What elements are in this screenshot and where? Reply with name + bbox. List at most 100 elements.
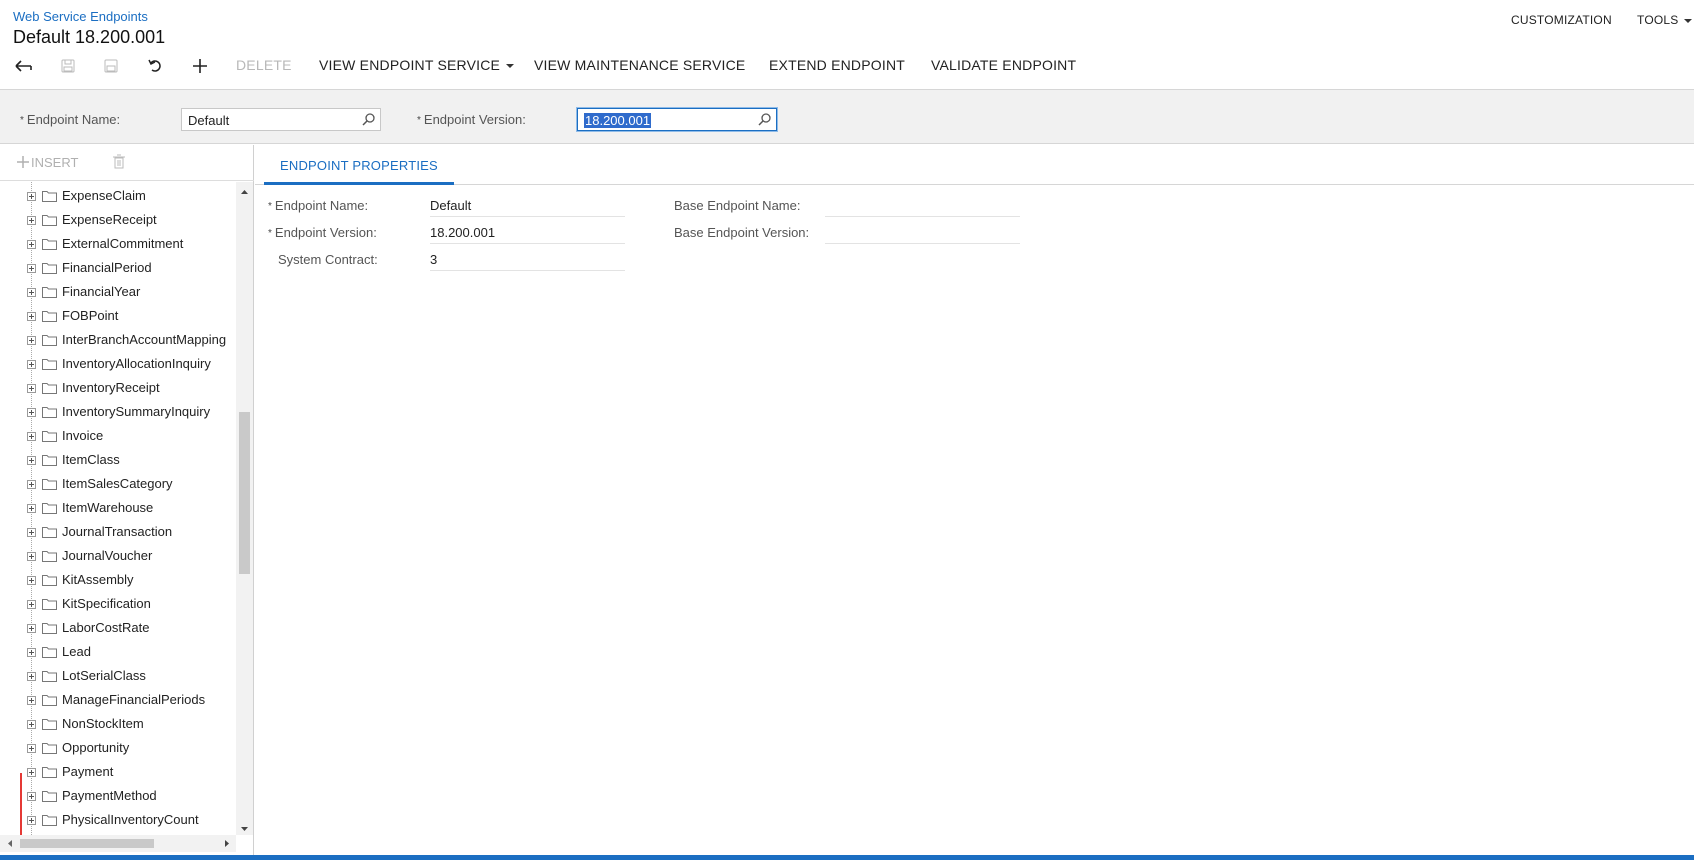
tree-item-label: InventoryAllocationInquiry xyxy=(62,356,211,371)
tree-item[interactable]: Payment xyxy=(0,760,236,784)
tree-item[interactable]: InventoryReceipt xyxy=(0,376,236,400)
breadcrumb[interactable]: Web Service Endpoints xyxy=(13,9,148,24)
expand-icon[interactable] xyxy=(27,192,36,201)
expand-icon[interactable] xyxy=(27,288,36,297)
folder-icon xyxy=(42,429,57,447)
expand-icon[interactable] xyxy=(27,672,36,681)
tree-item[interactable]: JournalVoucher xyxy=(0,544,236,568)
expand-icon[interactable] xyxy=(27,504,36,513)
folder-icon xyxy=(42,597,57,615)
expand-icon[interactable] xyxy=(27,552,36,561)
delete-button[interactable]: DELETE xyxy=(236,57,292,73)
expand-icon[interactable] xyxy=(27,528,36,537)
prop-base-endpoint-name-label: Base Endpoint Name: xyxy=(674,198,801,213)
view-endpoint-service-button[interactable]: VIEW ENDPOINT SERVICE xyxy=(319,57,515,73)
add-button[interactable] xyxy=(188,54,212,78)
tab-endpoint-properties[interactable]: ENDPOINT PROPERTIES xyxy=(264,145,454,185)
tree-scroll-thumb[interactable] xyxy=(239,412,250,574)
entity-tree: ExpenseClaim ExpenseReceipt ExternalCommit… xyxy=(0,182,236,835)
expand-icon[interactable] xyxy=(27,576,36,585)
save-close-button[interactable] xyxy=(56,54,80,78)
tree-item-label: InventorySummaryInquiry xyxy=(62,404,211,419)
tree-item[interactable]: FOBPoint xyxy=(0,304,236,328)
expand-icon[interactable] xyxy=(27,768,36,777)
expand-icon[interactable] xyxy=(27,600,36,609)
tree-item-label: InterBranchAccountMapping xyxy=(62,332,227,347)
tree-item[interactable]: KitAssembly xyxy=(0,568,236,592)
expand-icon[interactable] xyxy=(27,456,36,465)
endpoint-name-field[interactable]: Default xyxy=(181,108,381,131)
scroll-down-icon[interactable] xyxy=(236,823,253,835)
expand-icon[interactable] xyxy=(27,624,36,633)
scroll-right-icon[interactable] xyxy=(221,835,233,852)
tree-item[interactable]: ItemSalesCategory xyxy=(0,472,236,496)
tree-item[interactable]: LotSerialClass xyxy=(0,664,236,688)
scroll-up-icon[interactable] xyxy=(236,186,253,198)
expand-icon[interactable] xyxy=(27,360,36,369)
tree-item[interactable]: InventorySummaryInquiry xyxy=(0,400,236,424)
bottom-accent-bar xyxy=(0,855,1694,860)
expand-icon[interactable] xyxy=(27,408,36,417)
tree-hscroll-thumb[interactable] xyxy=(20,839,154,848)
expand-icon[interactable] xyxy=(27,336,36,345)
tree-item[interactable]: KitSpecification xyxy=(0,592,236,616)
expand-icon[interactable] xyxy=(27,720,36,729)
tree-item[interactable]: InventoryAllocationInquiry xyxy=(0,352,236,376)
validate-endpoint-button[interactable]: VALIDATE ENDPOINT xyxy=(931,57,1076,73)
tree-item[interactable]: ExpenseReceipt xyxy=(0,208,236,232)
delete-node-button[interactable] xyxy=(113,154,125,174)
tree-item[interactable]: ManageFinancialPeriods xyxy=(0,688,236,712)
tree-item[interactable]: PhysicalInventoryCount xyxy=(0,808,236,832)
customization-menu[interactable]: CUSTOMIZATION xyxy=(1511,13,1612,27)
expand-icon[interactable] xyxy=(27,696,36,705)
expand-icon[interactable] xyxy=(27,264,36,273)
scroll-left-icon[interactable] xyxy=(4,835,16,852)
expand-icon[interactable] xyxy=(27,240,36,249)
page-title: Default 18.200.001 xyxy=(13,27,166,47)
tree-item[interactable]: ExpenseClaim xyxy=(0,184,236,208)
search-icon[interactable] xyxy=(758,113,771,126)
expand-icon[interactable] xyxy=(27,792,36,801)
expand-icon[interactable] xyxy=(27,432,36,441)
expand-icon[interactable] xyxy=(27,744,36,753)
folder-icon xyxy=(42,549,57,567)
required-mark: * xyxy=(417,115,421,126)
insert-button[interactable]: INSERT xyxy=(17,155,78,170)
tree-item[interactable]: InterBranchAccountMapping xyxy=(0,328,236,352)
expand-icon[interactable] xyxy=(27,480,36,489)
tree-item[interactable]: FinancialYear xyxy=(0,280,236,304)
tree-item[interactable]: JournalTransaction xyxy=(0,520,236,544)
tree-item[interactable]: NonStockItem xyxy=(0,712,236,736)
expand-icon[interactable] xyxy=(27,312,36,321)
expand-icon[interactable] xyxy=(27,216,36,225)
tree-horizontal-scrollbar[interactable] xyxy=(0,835,236,852)
tree-item[interactable]: LaborCostRate xyxy=(0,616,236,640)
extend-endpoint-button[interactable]: EXTEND ENDPOINT xyxy=(769,57,905,73)
folder-icon xyxy=(42,285,57,303)
search-icon[interactable] xyxy=(362,113,375,126)
folder-icon xyxy=(42,261,57,279)
tree-item[interactable]: ItemWarehouse xyxy=(0,496,236,520)
endpoint-name-value: Default xyxy=(188,113,230,128)
tree-item[interactable]: ItemClass xyxy=(0,448,236,472)
expand-icon[interactable] xyxy=(27,384,36,393)
save-button[interactable] xyxy=(99,54,123,78)
tools-menu[interactable]: TOOLS xyxy=(1637,13,1693,27)
back-button[interactable] xyxy=(12,54,36,78)
endpoint-version-label-text: Endpoint Version: xyxy=(423,112,526,127)
chevron-down-icon xyxy=(1684,18,1693,23)
tree-item[interactable]: Lead xyxy=(0,640,236,664)
expand-icon[interactable] xyxy=(27,816,36,825)
tree-item[interactable]: FinancialPeriod xyxy=(0,256,236,280)
tree-item[interactable]: ExternalCommitment xyxy=(0,232,236,256)
tree-item[interactable]: Invoice xyxy=(0,424,236,448)
tree-item[interactable]: PaymentMethod xyxy=(0,784,236,808)
expand-icon[interactable] xyxy=(27,648,36,657)
tree-vertical-scrollbar[interactable] xyxy=(236,182,253,835)
tree-item-label: PaymentMethod xyxy=(62,788,157,803)
tree-item[interactable]: Opportunity xyxy=(0,736,236,760)
cancel-button[interactable] xyxy=(144,54,168,78)
endpoint-version-field[interactable]: 18.200.001 xyxy=(577,108,777,131)
view-maintenance-service-button[interactable]: VIEW MAINTENANCE SERVICE xyxy=(534,57,745,73)
tree-item-label: ManageFinancialPeriods xyxy=(62,692,206,707)
